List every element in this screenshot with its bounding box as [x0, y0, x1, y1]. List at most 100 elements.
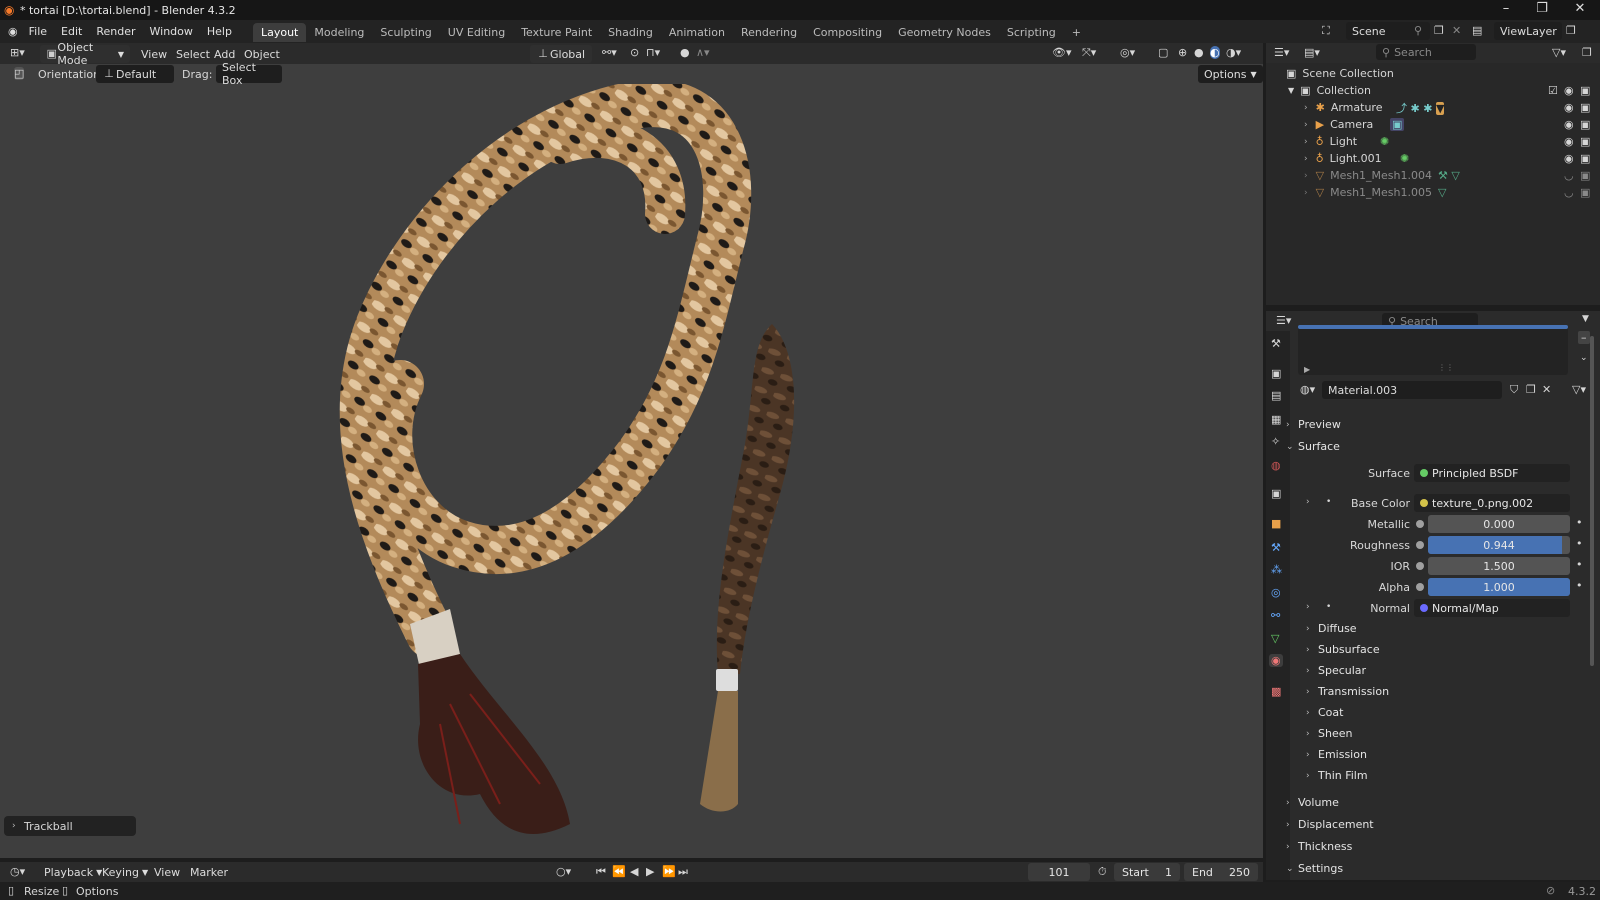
data-tab-icon[interactable]: ▽ — [1271, 632, 1279, 645]
jump-end-icon[interactable]: ⏭ — [678, 865, 688, 879]
resize-grip-icon[interactable]: ⋮⋮ — [1438, 363, 1454, 372]
tab-shading[interactable]: Shading — [600, 23, 661, 42]
render-tab-icon[interactable]: ▣ — [1271, 367, 1281, 380]
subsection-transmission[interactable]: › Transmission — [1306, 685, 1389, 698]
material-browse-icon[interactable]: ◍▾ — [1300, 383, 1315, 396]
menu-timeline-view[interactable]: View — [148, 863, 186, 881]
eye-icon[interactable]: ◉ — [1564, 101, 1574, 114]
outliner-item-mesh-004[interactable]: › ▽ Mesh1_Mesh1.004 ⚒ ▽ ◡ ▣ — [1266, 167, 1600, 184]
play-reverse-icon[interactable]: ◀ — [630, 865, 638, 878]
add-workspace-icon[interactable]: + — [1064, 23, 1089, 42]
end-frame-field[interactable]: End 250 — [1184, 863, 1258, 881]
transform-orientation-selector[interactable]: ⊥ Global — [530, 45, 592, 63]
tab-layout[interactable]: Layout — [252, 23, 307, 42]
close-button[interactable]: ✕ — [1562, 0, 1598, 20]
menu-edit[interactable]: Edit — [54, 20, 89, 43]
collection-tab-icon[interactable]: ▣ — [1271, 487, 1281, 500]
constraints-tab-icon[interactable]: ⚯ — [1271, 609, 1280, 622]
material-name-field[interactable]: Material.003 — [1322, 381, 1502, 399]
subsection-thin-film[interactable]: › Thin Film — [1306, 769, 1368, 782]
section-settings[interactable]: ⌄ Settings — [1286, 862, 1343, 875]
eye-closed-icon[interactable]: ◡ — [1564, 186, 1574, 199]
camera-render-icon[interactable]: ▣ — [1580, 84, 1590, 97]
blender-menu-icon[interactable]: ◉ — [8, 25, 18, 38]
filter-icon[interactable]: ▽▾ — [1552, 46, 1566, 59]
outliner-item-camera[interactable]: › ▶ Camera ▣ ◉ ▣ — [1266, 116, 1600, 133]
options-dropdown[interactable]: Options ▼ — [1198, 65, 1263, 83]
menu-file[interactable]: File — [22, 20, 54, 43]
menu-marker[interactable]: Marker — [184, 863, 234, 881]
world-tab-icon[interactable]: ◍ — [1271, 459, 1281, 472]
minimize-button[interactable]: – — [1488, 0, 1524, 20]
outliner-search-input[interactable]: ⚲ Search — [1376, 44, 1476, 60]
view-layer-selector[interactable]: ViewLayer — [1494, 22, 1562, 40]
new-collection-icon[interactable]: ❐ — [1582, 46, 1592, 59]
tab-animation[interactable]: Animation — [661, 23, 733, 42]
outliner-editor-icon[interactable]: ☰▾ — [1274, 46, 1289, 59]
surface-shader-field[interactable]: Principled BSDF — [1414, 464, 1570, 482]
outliner-item-armature[interactable]: › ✱ Armature ⤴ ✱ ✱ ▼ ◉ ▣ — [1266, 99, 1600, 116]
outliner-item-mesh-005[interactable]: › ▽ Mesh1_Mesh1.005 ▽ ◡ ▣ — [1266, 184, 1600, 201]
maximize-icon[interactable]: ❐ — [1524, 0, 1560, 20]
new-view-layer-icon[interactable]: ❐ — [1566, 24, 1576, 37]
visibility-icon[interactable]: 👁▾ — [1052, 46, 1072, 59]
subsection-sheen[interactable]: › Sheen — [1306, 727, 1352, 740]
tab-modeling[interactable]: Modeling — [306, 23, 372, 42]
display-mode-icon[interactable]: ▤▾ — [1304, 46, 1320, 59]
camera-render-icon[interactable]: ▣ — [1580, 169, 1590, 182]
remove-slot-icon[interactable]: – — [1578, 331, 1590, 344]
view-layer-icon[interactable]: ▤ — [1472, 24, 1482, 37]
camera-render-icon[interactable]: ▣ — [1580, 101, 1590, 114]
menu-window[interactable]: Window — [143, 20, 200, 43]
proportional-edit-icon[interactable]: ● — [680, 46, 690, 59]
view-layer-tab-icon[interactable]: ▦ — [1271, 413, 1281, 426]
menu-view[interactable]: View — [135, 45, 173, 63]
camera-render-icon[interactable]: ▣ — [1580, 186, 1590, 199]
output-tab-icon[interactable]: ▤ — [1271, 389, 1281, 402]
duplicate-material-icon[interactable]: ❐ — [1526, 383, 1536, 396]
keyframe-dot-icon[interactable]: • — [1576, 537, 1583, 550]
eye-icon[interactable]: ◉ — [1564, 152, 1574, 165]
tab-rendering[interactable]: Rendering — [733, 23, 805, 42]
orientation-selector[interactable]: ⊥ Default — [96, 65, 174, 83]
solid-shading-icon[interactable]: ● — [1194, 46, 1204, 59]
keyframe-dot-icon[interactable]: • — [1576, 516, 1583, 529]
drag-selector[interactable]: Select Box — [216, 61, 282, 87]
chevron-down-icon[interactable]: ▼ — [1582, 314, 1589, 324]
pivot-icon[interactable]: ⚯▾ — [602, 46, 617, 59]
3d-viewport[interactable]: › Trackball — [0, 64, 1263, 858]
section-surface[interactable]: ⌄ Surface — [1286, 440, 1340, 453]
physics-tab-icon[interactable]: ◎ — [1271, 586, 1281, 599]
section-displacement[interactable]: › Displacement — [1286, 818, 1374, 831]
chevron-down-icon[interactable]: ⌄ — [1580, 353, 1588, 363]
material-slot-list[interactable]: ▶ ⋮⋮ — [1298, 325, 1568, 375]
last-operator-panel[interactable]: › Trackball — [4, 816, 136, 836]
object-tab-icon[interactable]: ■ — [1271, 517, 1281, 530]
scene-tab-icon[interactable]: ✧ — [1271, 435, 1280, 448]
subsection-diffuse[interactable]: › Diffuse — [1306, 622, 1357, 635]
material-shading-icon[interactable]: ◐ — [1210, 46, 1220, 59]
ior-field[interactable]: 1.500 — [1428, 557, 1570, 575]
material-tab-icon[interactable]: ◉ — [1269, 654, 1283, 667]
current-frame-field[interactable]: 101 — [1028, 863, 1090, 881]
eye-icon[interactable]: ◉ — [1564, 135, 1574, 148]
section-volume[interactable]: › Volume — [1286, 796, 1339, 809]
auto-keying-icon[interactable]: ○▾ — [556, 865, 571, 878]
tab-compositing[interactable]: Compositing — [805, 23, 890, 42]
jump-keyframe-forward-icon[interactable]: ⏩ — [662, 865, 676, 878]
tab-texture-paint[interactable]: Texture Paint — [513, 23, 600, 42]
timeline-editor-icon[interactable]: ◷▾ — [10, 865, 25, 878]
subsection-coat[interactable]: › Coat — [1306, 706, 1343, 719]
new-scene-icon[interactable]: ❐ — [1434, 24, 1444, 37]
subsection-subsurface[interactable]: › Subsurface — [1306, 643, 1380, 656]
outliner-item-light-001[interactable]: › ♁ Light.001 ✺ ◉ ▣ — [1266, 150, 1600, 167]
eye-icon[interactable]: ◉ — [1564, 118, 1574, 131]
camera-render-icon[interactable]: ▣ — [1580, 118, 1590, 131]
outliner-item-light[interactable]: › ♁ Light ✺ ◉ ▣ — [1266, 133, 1600, 150]
select-tool-icon[interactable]: ◰ — [14, 67, 25, 80]
keyframe-dot-icon[interactable]: • — [1576, 579, 1583, 592]
play-icon[interactable]: ▶ — [646, 865, 654, 878]
roughness-slider[interactable]: 0.944 — [1428, 536, 1570, 554]
falloff-icon[interactable]: ∧▾ — [696, 46, 710, 59]
tool-tab-icon[interactable]: ⚒ — [1271, 337, 1281, 350]
